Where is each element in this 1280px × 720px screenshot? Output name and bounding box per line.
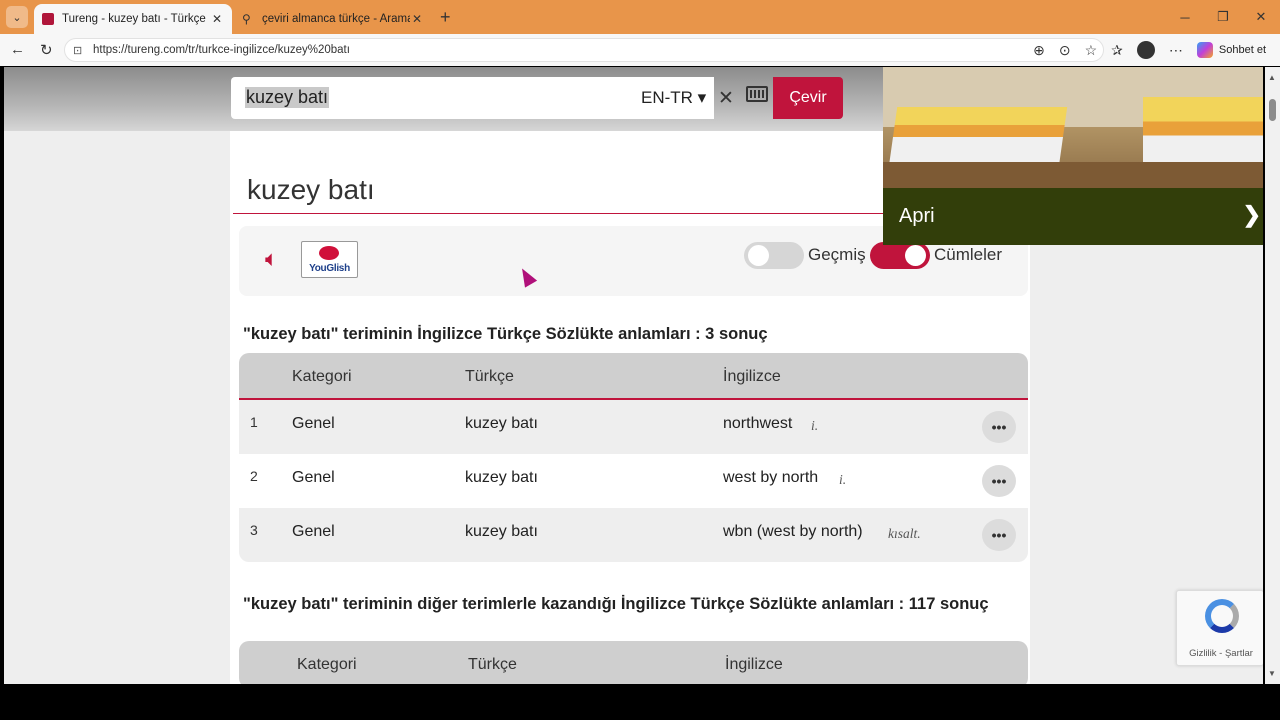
tab-search[interactable]: ⚲ çeviri almanca türkçe - Arama ✕	[234, 4, 432, 34]
zoom-icon[interactable]: ⊕	[1033, 42, 1045, 59]
search-input[interactable]: kuzey batı EN-TR ▾	[231, 77, 714, 119]
site-info-icon[interactable]: ⊡	[73, 44, 87, 57]
speaker-icon[interactable]: 🔈︎	[265, 246, 278, 272]
row-number: 1	[250, 414, 258, 430]
table-row: 3 Genel kuzey batı wbn (west by north) k…	[239, 508, 1028, 562]
results-heading: "kuzey batı" teriminin İngilizce Türkçe …	[243, 325, 768, 343]
row-english[interactable]: wbn (west by north)	[723, 523, 863, 541]
column-header-category: Kategori	[292, 368, 352, 385]
favorites-icon[interactable]: ✰	[1111, 42, 1123, 59]
row-english[interactable]: northwest	[723, 415, 792, 433]
page-content: kuzey batı EN-TR ▾ ✕ Çevir kuzey batı 🔈︎…	[4, 67, 1263, 684]
row-more-button[interactable]: •••	[982, 519, 1016, 551]
table-row: 2 Genel kuzey batı west by north i. •••	[239, 454, 1028, 508]
recaptcha-badge[interactable]: Gizlilik - Şartlar	[1176, 590, 1263, 666]
row-category[interactable]: Genel	[292, 469, 335, 487]
row-number: 2	[250, 468, 258, 484]
sohbet-label[interactable]: Sohbet et	[1219, 44, 1266, 56]
scroll-down-icon[interactable]: ▼	[1268, 669, 1276, 678]
row-number: 3	[250, 522, 258, 538]
close-window-icon[interactable]: ✕	[1242, 0, 1280, 34]
toolbar-icons: ⊕ ⊙ ☆ ✰ ⋯ Sohbet et	[1033, 41, 1266, 59]
restore-icon[interactable]: ❐	[1204, 0, 1242, 34]
history-label: Geçmiş	[808, 245, 866, 264]
youglish-button[interactable]: YouGlish	[301, 241, 358, 278]
row-word-type: i.	[811, 418, 819, 433]
refresh-icon[interactable]: ↻	[40, 41, 53, 59]
scroll-up-icon[interactable]: ▲	[1268, 73, 1276, 82]
recaptcha-links[interactable]: Gizlilik - Şartlar	[1177, 648, 1263, 659]
profile-avatar[interactable]	[1136, 41, 1155, 59]
minimize-icon[interactable]: ─	[1166, 0, 1204, 34]
row-category[interactable]: Genel	[292, 523, 335, 541]
tureng-favicon-icon	[42, 13, 54, 25]
keyboard-icon[interactable]	[746, 86, 768, 102]
language-select[interactable]: EN-TR ▾	[641, 88, 706, 108]
results-heading-other: "kuzey batı" teriminin diğer terimlerle …	[243, 595, 989, 613]
results-table-other: Kategori Türkçe İngilizce	[239, 641, 1028, 684]
results-table: Kategori Türkçe İngilizce 1 Genel kuzey …	[239, 353, 1028, 562]
ad-hotel-photo	[883, 67, 1263, 188]
table-header: Kategori Türkçe İngilizce	[239, 353, 1028, 400]
history-toggle[interactable]	[744, 242, 804, 269]
youglish-label: YouGlish	[309, 263, 350, 274]
browser-toolbar: ← ↻ ⊡ https://tureng.com/tr/turkce-ingil…	[0, 34, 1280, 66]
address-bar[interactable]: ⊡ https://tureng.com/tr/turkce-ingilizce…	[64, 38, 1104, 62]
copilot-icon[interactable]	[1196, 42, 1213, 58]
column-header-turkish: Türkçe	[468, 656, 517, 673]
back-arrow-icon[interactable]: ←	[10, 41, 25, 58]
new-tab-icon[interactable]: +	[440, 7, 451, 28]
row-more-button[interactable]: •••	[982, 411, 1016, 443]
row-category[interactable]: Genel	[292, 415, 335, 433]
settings-more-icon[interactable]: ⋯	[1169, 42, 1183, 59]
ad-text: Apri	[899, 205, 935, 227]
tab-label: Tureng - kuzey batı - Türkçe İngilizce S…	[62, 13, 210, 25]
ad-caption-bar: Apri ❯	[883, 188, 1263, 245]
column-header-english: İngilizce	[725, 656, 783, 673]
hotel-advertisement[interactable]: Apri ❯	[883, 67, 1263, 245]
page-title: kuzey batı	[247, 174, 375, 205]
row-turkish[interactable]: kuzey batı	[465, 523, 538, 541]
table-header: Kategori Türkçe İngilizce	[239, 641, 1028, 684]
clear-search-icon[interactable]: ✕	[718, 87, 734, 110]
window-controls: ─ ❐ ✕	[1166, 0, 1280, 34]
row-more-button[interactable]: •••	[982, 465, 1016, 497]
sentences-toggle[interactable]	[870, 242, 930, 269]
column-header-english: İngilizce	[723, 368, 781, 385]
language-value: EN-TR	[641, 88, 693, 107]
tab-bar: ⌄ Tureng - kuzey batı - Türkçe İngilizce…	[0, 0, 1280, 34]
chevron-right-icon[interactable]: ❯	[1243, 202, 1261, 228]
search-favicon-icon: ⚲	[242, 12, 251, 26]
column-header-turkish: Türkçe	[465, 368, 514, 385]
more-actions-icon[interactable]: ⊙	[1059, 42, 1071, 59]
row-english[interactable]: west by north	[723, 469, 818, 487]
table-row: 1 Genel kuzey batı northwest i. •••	[239, 400, 1028, 454]
url-text: https://tureng.com/tr/turkce-ingilizce/k…	[93, 44, 350, 56]
page-scrollbar[interactable]: ▲ ▼	[1265, 67, 1280, 684]
row-word-type: i.	[839, 472, 847, 487]
tab-tureng[interactable]: Tureng - kuzey batı - Türkçe İngilizce S…	[34, 4, 232, 34]
tab-actions-menu-icon[interactable]: ⌄	[6, 6, 28, 28]
taskbar-area	[0, 684, 1280, 720]
sentences-label: Cümleler	[934, 245, 1003, 264]
close-tab-icon[interactable]: ✕	[210, 12, 224, 26]
youglish-logo-icon	[319, 246, 339, 260]
favorite-star-icon[interactable]: ☆	[1085, 42, 1098, 59]
tab-label: çeviri almanca türkçe - Arama	[262, 13, 410, 25]
column-header-category: Kategori	[297, 656, 357, 673]
search-query-text: kuzey batı	[245, 87, 330, 108]
row-turkish[interactable]: kuzey batı	[465, 415, 538, 433]
row-word-type: kısalt.	[888, 526, 921, 541]
translate-button[interactable]: Çevir	[773, 77, 843, 119]
row-turkish[interactable]: kuzey batı	[465, 469, 538, 487]
scroll-thumb[interactable]	[1269, 99, 1276, 121]
recaptcha-logo-icon	[1205, 599, 1239, 633]
close-tab-icon[interactable]: ✕	[410, 12, 424, 26]
